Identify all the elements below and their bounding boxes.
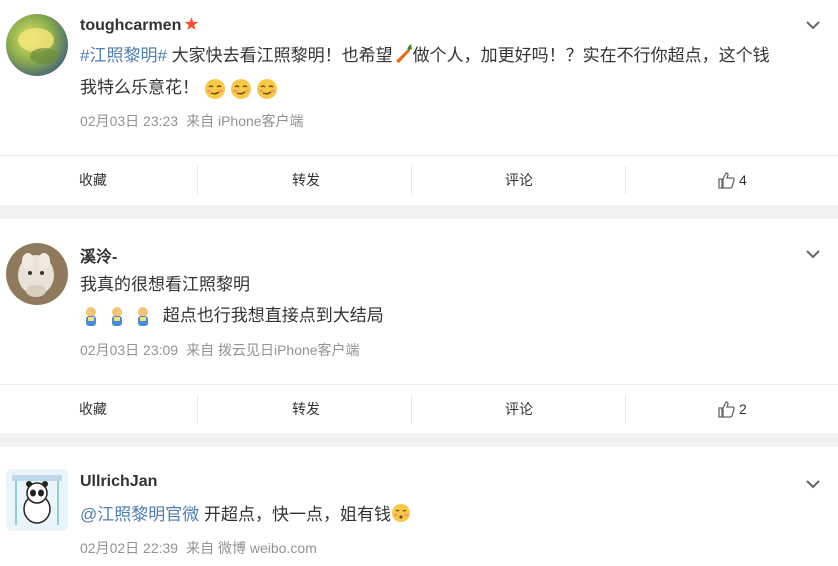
chevron-down-icon[interactable] xyxy=(804,475,822,493)
doll-emoji-icon xyxy=(132,306,154,328)
divider xyxy=(411,166,412,194)
avatar[interactable] xyxy=(6,469,68,531)
post-text: 我真的很想看江照黎明 xyxy=(80,269,808,300)
divider xyxy=(197,166,198,194)
forward-label: 转发 xyxy=(292,172,320,188)
star-badge-icon: ★ xyxy=(183,14,200,34)
like-count: 4 xyxy=(739,172,747,188)
post-date[interactable]: 02月02日 22:39 xyxy=(80,540,178,556)
collect-button[interactable]: 收藏 xyxy=(0,156,198,204)
thumbs-up-icon xyxy=(718,171,735,189)
username-text[interactable]: toughcarmen xyxy=(80,17,181,34)
post-card: toughcarmen ★ #江照黎明# 大家快去看江照黎明！也希望 做个人，加更好… xyxy=(0,0,838,205)
chevron-down-icon[interactable] xyxy=(804,16,822,34)
post-text: #江照黎明# 大家快去看江照黎明！也希望 做个人，加更好吗！？实在不行你超点，这个… xyxy=(80,40,808,71)
forward-button[interactable]: 转发 xyxy=(201,156,411,204)
like-count: 2 xyxy=(739,401,747,417)
comment-button[interactable]: 评论 xyxy=(414,156,624,204)
post-source: 来自 iPhone客户端 xyxy=(186,113,304,129)
avatar[interactable] xyxy=(6,243,68,305)
post-text-line2: 我特么乐意花！ xyxy=(80,72,808,103)
post-meta: 02月03日 23:09 来自 拨云见日iPhone客户端 xyxy=(80,340,360,360)
carrot-emoji-icon xyxy=(393,43,413,63)
username-text[interactable]: 溪泠- xyxy=(80,249,117,266)
post-text-segment: 大家快去看江照黎明！也希望 xyxy=(166,46,393,65)
divider xyxy=(625,395,626,423)
post-source: 来自 拨云见日iPhone客户端 xyxy=(186,342,360,358)
mention-link[interactable]: @江照黎明官微 xyxy=(80,505,199,524)
post-text: @江照黎明官微 开超点，快一点，姐有钱 xyxy=(80,499,808,530)
comment-label: 评论 xyxy=(505,401,533,417)
username-text[interactable]: UllrichJan xyxy=(80,473,157,490)
shy-emoji-icon xyxy=(391,502,411,522)
thumbs-up-icon xyxy=(718,400,735,418)
doll-emoji-icon xyxy=(80,306,102,328)
smirk-emoji-icon xyxy=(204,78,226,100)
post-text-segment: 超点也行我想直接点到大结局 xyxy=(162,306,384,325)
collect-label: 收藏 xyxy=(79,401,107,417)
post-text-segment: 我特么乐意花！ xyxy=(80,78,199,97)
post-date[interactable]: 02月03日 23:09 xyxy=(80,342,178,358)
post-text-segment: 开超点，快一点，姐有钱 xyxy=(199,505,391,524)
like-button[interactable]: 4 xyxy=(718,156,818,204)
collect-button[interactable]: 收藏 xyxy=(0,385,198,433)
post-text-segment: 我真的很想看江照黎明 xyxy=(80,275,250,294)
divider xyxy=(197,395,198,423)
like-button[interactable]: 2 xyxy=(718,385,818,433)
divider xyxy=(625,166,626,194)
post-card: 溪泠- 我真的很想看江照黎明 超点也行我想直接点到大结局 02月03日 23:0… xyxy=(0,219,838,433)
smirk-emoji-icon xyxy=(230,78,252,100)
action-bar: 收藏 转发 评论 4 xyxy=(0,155,838,204)
post-source: 来自 微博 weibo.com xyxy=(186,540,317,556)
smirk-emoji-icon xyxy=(256,78,278,100)
avatar[interactable] xyxy=(6,14,68,76)
forward-button[interactable]: 转发 xyxy=(201,385,411,433)
divider xyxy=(411,395,412,423)
username[interactable]: toughcarmen ★ xyxy=(80,14,199,35)
post-meta: 02月03日 23:23 来自 iPhone客户端 xyxy=(80,111,304,131)
username[interactable]: 溪泠- xyxy=(80,243,117,267)
action-bar: 收藏 转发 评论 2 xyxy=(0,384,838,433)
collect-label: 收藏 xyxy=(79,172,107,188)
comment-label: 评论 xyxy=(505,172,533,188)
forward-label: 转发 xyxy=(292,401,320,417)
doll-emoji-icon xyxy=(106,306,128,328)
username[interactable]: UllrichJan xyxy=(80,473,157,491)
post-card: UllrichJan @江照黎明官微 开超点，快一点，姐有钱 02月02日 22… xyxy=(0,447,838,566)
post-meta: 02月02日 22:39 来自 微博 weibo.com xyxy=(80,538,317,558)
post-text-line2: 超点也行我想直接点到大结局 xyxy=(80,300,808,331)
topic-link[interactable]: #江照黎明# xyxy=(80,46,167,65)
post-text-segment: 做个人，加更好吗！？实在不行你超点，这个钱 xyxy=(412,46,770,65)
post-date[interactable]: 02月03日 23:23 xyxy=(80,113,178,129)
comment-button[interactable]: 评论 xyxy=(414,385,624,433)
chevron-down-icon[interactable] xyxy=(804,245,822,263)
